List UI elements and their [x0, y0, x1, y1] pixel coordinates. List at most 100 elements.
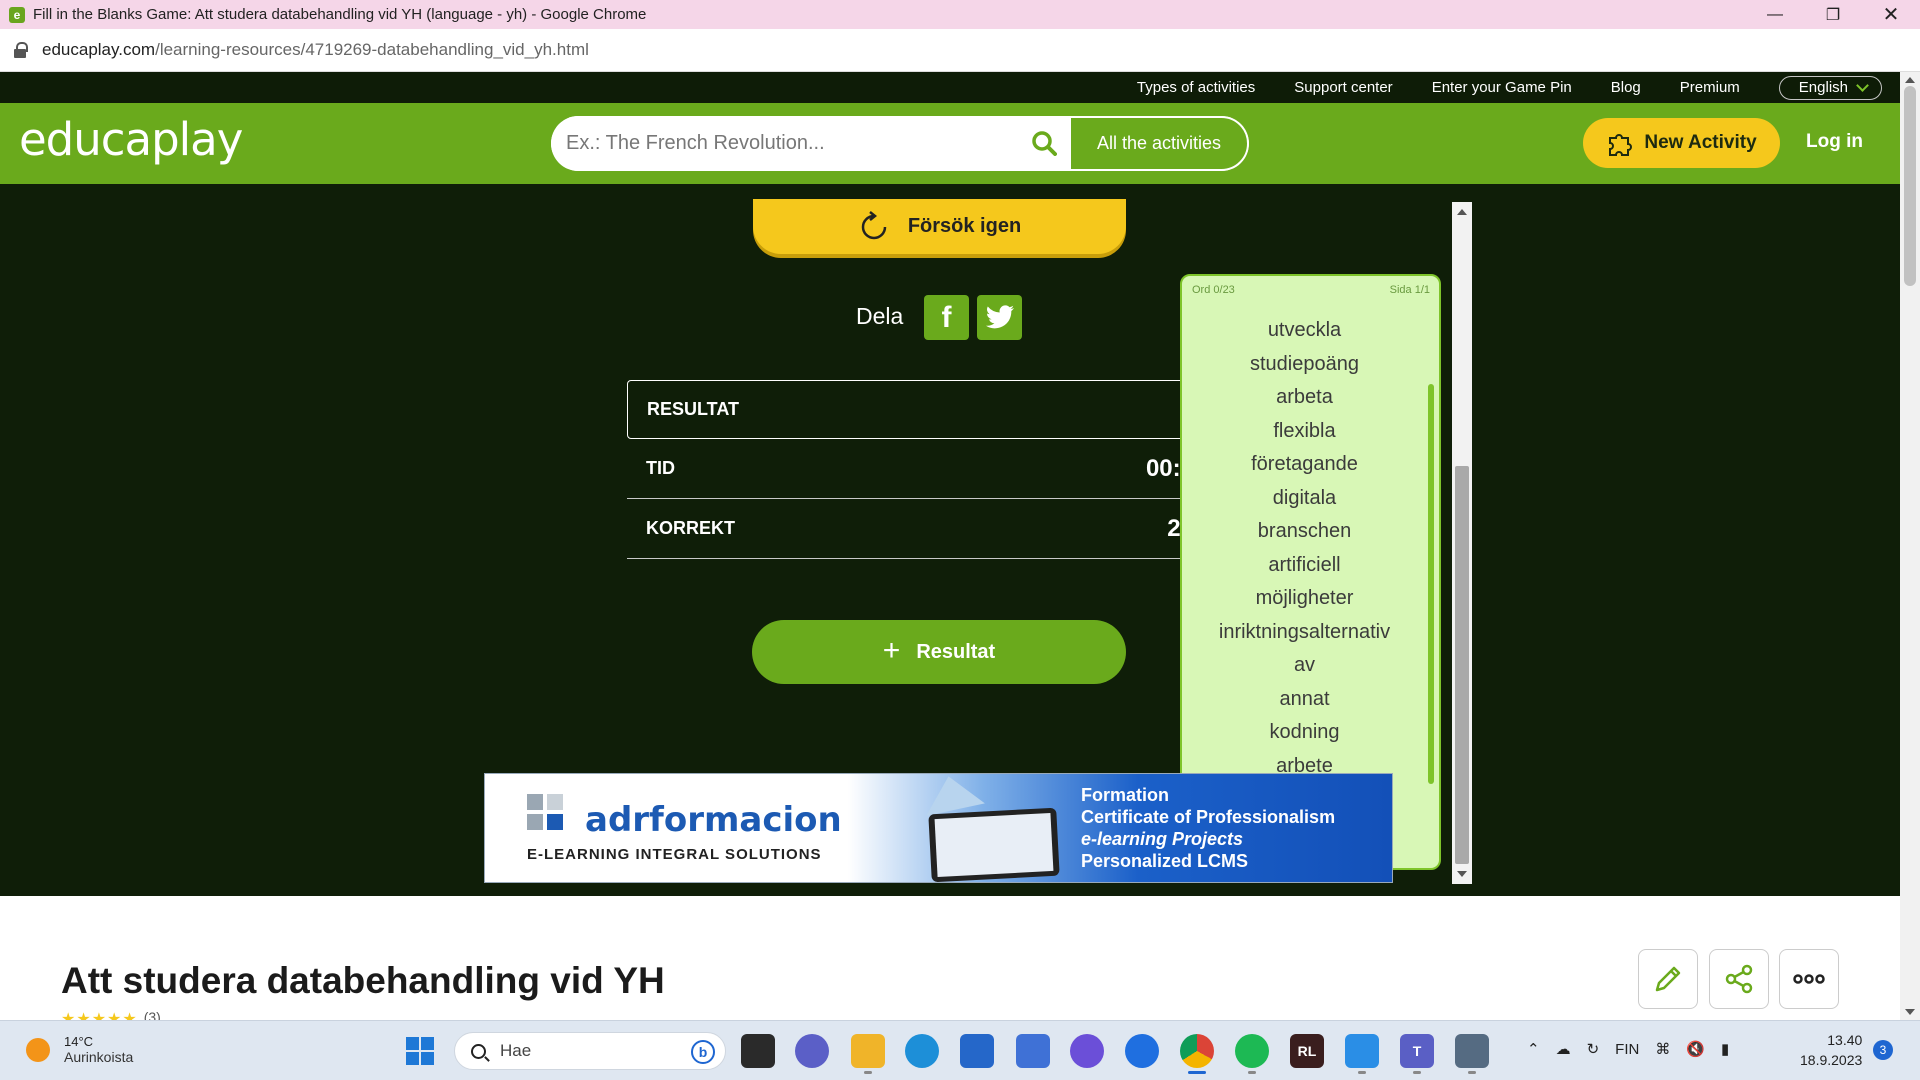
input-language[interactable]: FIN — [1615, 1041, 1639, 1058]
ad-banner[interactable]: adrformacion E-LEARNING INTEGRAL SOLUTIO… — [484, 773, 1393, 883]
temperature: 14°C — [64, 1034, 94, 1049]
chat-icon[interactable] — [795, 1034, 829, 1068]
new-activity-button[interactable]: New Activity — [1583, 118, 1780, 168]
page-scrollbar[interactable] — [1900, 72, 1920, 1020]
sync-icon[interactable]: ↻ — [1587, 1040, 1600, 1058]
time: 13.40 — [1827, 1032, 1863, 1048]
top-nav: Types of activities Support center Enter… — [0, 72, 1900, 103]
minimize-icon[interactable]: — — [1752, 0, 1798, 29]
word-item[interactable]: artificiell — [1182, 549, 1427, 583]
nav-premium[interactable]: Premium — [1680, 79, 1740, 96]
url-text[interactable]: educaplay.com/learning-resources/4719269… — [42, 40, 589, 60]
scroll-thumb[interactable] — [1455, 466, 1469, 864]
edge-icon[interactable] — [905, 1034, 939, 1068]
results-button[interactable]: + Resultat — [752, 620, 1126, 684]
tablet-image — [928, 807, 1060, 882]
word-item[interactable]: digitala — [1182, 482, 1427, 516]
word-item[interactable]: kodning — [1182, 716, 1427, 750]
word-item[interactable]: studiepoäng — [1182, 348, 1427, 382]
chrome-icon[interactable] — [1180, 1034, 1214, 1074]
scroll-up-icon[interactable] — [1457, 209, 1467, 215]
results-row-correct: KORREKT 21 — [627, 499, 1194, 559]
word-item[interactable]: branschen — [1182, 515, 1427, 549]
spotify-icon[interactable] — [1235, 1034, 1269, 1074]
retry-label: Försök igen — [907, 215, 1022, 237]
scroll-down-icon[interactable] — [1905, 1009, 1915, 1015]
retry-button[interactable]: Försök igen — [753, 199, 1126, 254]
plus-icon: + — [882, 633, 901, 667]
nav-support-center[interactable]: Support center — [1294, 79, 1392, 96]
teams-icon[interactable]: T — [1400, 1034, 1434, 1074]
word-count: Ord 0/23 — [1192, 284, 1235, 296]
rl-app-icon[interactable]: RL — [1290, 1034, 1324, 1068]
onedrive-icon[interactable]: ☁ — [1556, 1040, 1571, 1058]
close-icon[interactable]: ✕ — [1868, 0, 1914, 29]
vscode-icon[interactable] — [1345, 1034, 1379, 1074]
ad-line-3: e-learning Projects — [1081, 829, 1244, 849]
word-item[interactable]: utveckla — [1182, 314, 1427, 348]
share-button[interactable] — [1709, 949, 1769, 1009]
store-icon[interactable] — [960, 1034, 994, 1068]
weather-widget[interactable]: 14°C Aurinkoista — [26, 1034, 133, 1065]
login-link[interactable]: Log in — [1806, 131, 1863, 153]
share-label: Dela — [856, 303, 904, 329]
word-item[interactable]: flexibla — [1182, 415, 1427, 449]
address-bar[interactable]: educaplay.com/learning-resources/4719269… — [0, 29, 1920, 72]
educaplay-logo[interactable]: educaplay — [19, 113, 243, 166]
results-row-time: TID 00:2 — [627, 439, 1194, 499]
word-item[interactable]: av — [1182, 649, 1427, 683]
word-item[interactable]: arbeta — [1182, 381, 1427, 415]
word-item[interactable]: annat — [1182, 683, 1427, 717]
paper-bird-icon — [919, 774, 985, 816]
task-view-icon[interactable] — [741, 1034, 775, 1068]
ad-brand: adrformacion — [585, 800, 842, 840]
zoom-icon[interactable] — [1125, 1034, 1159, 1068]
clock[interactable]: 13.40 18.9.2023 — [1800, 1030, 1862, 1070]
word-item[interactable]: inriktningsalternativ — [1182, 616, 1427, 650]
search-box: All the activities — [551, 116, 1249, 171]
date: 18.9.2023 — [1800, 1052, 1863, 1068]
scroll-thumb[interactable] — [1904, 86, 1916, 286]
facebook-share-button[interactable]: f — [924, 295, 969, 340]
retry-icon — [861, 210, 887, 239]
app-circle-icon[interactable] — [1070, 1034, 1104, 1068]
file-explorer-icon[interactable] — [851, 1034, 885, 1074]
notification-badge[interactable]: 3 — [1873, 1040, 1893, 1060]
windows-start-icon[interactable] — [406, 1037, 434, 1065]
more-options-button[interactable] — [1779, 949, 1839, 1009]
twitter-share-button[interactable] — [977, 295, 1022, 340]
page-indicator: Sida 1/1 — [1389, 284, 1430, 296]
weather-condition: Aurinkoista — [64, 1049, 134, 1065]
sun-icon — [26, 1037, 50, 1062]
game-frame-scrollbar[interactable] — [1452, 202, 1472, 884]
ad-line-2: Certificate of Professionalism — [1081, 807, 1336, 827]
taskbar-search-placeholder: Hae — [500, 1041, 532, 1060]
nav-blog[interactable]: Blog — [1611, 79, 1641, 96]
nav-enter-game-pin[interactable]: Enter your Game Pin — [1432, 79, 1572, 96]
word-item[interactable]: möjligheter — [1182, 582, 1427, 616]
word-panel-scrollbar[interactable] — [1428, 306, 1434, 866]
chevron-up-icon[interactable]: ⌃ — [1527, 1040, 1540, 1058]
search-icon[interactable] — [1031, 130, 1057, 156]
page-title: Att studera databehandling vid YH — [61, 960, 665, 1001]
scroll-up-icon[interactable] — [1905, 77, 1915, 83]
ad-tagline: E-LEARNING INTEGRAL SOLUTIONS — [527, 846, 822, 863]
search-input[interactable] — [551, 116, 1051, 171]
bing-icon[interactable]: b — [691, 1040, 715, 1064]
language-selector[interactable]: English — [1778, 75, 1882, 100]
battery-icon[interactable]: ▮ — [1721, 1040, 1729, 1058]
word-item[interactable]: företagande — [1182, 448, 1427, 482]
package-icon[interactable] — [1455, 1034, 1489, 1074]
edit-button[interactable] — [1638, 949, 1698, 1009]
all-activities-dropdown[interactable]: All the activities — [1069, 116, 1249, 171]
share-icon — [1725, 964, 1753, 994]
volume-muted-icon[interactable]: 🔇 — [1686, 1040, 1705, 1058]
chevron-down-icon — [1856, 78, 1869, 92]
taskbar-search[interactable]: Hae b — [454, 1032, 726, 1070]
wifi-icon[interactable]: ⌘ — [1655, 1040, 1670, 1058]
app-icon[interactable] — [1016, 1034, 1050, 1068]
restore-icon[interactable]: ❐ — [1810, 0, 1856, 29]
search-icon — [471, 1043, 486, 1059]
nav-types-of-activities[interactable]: Types of activities — [1137, 79, 1255, 96]
scroll-down-icon[interactable] — [1457, 871, 1467, 877]
